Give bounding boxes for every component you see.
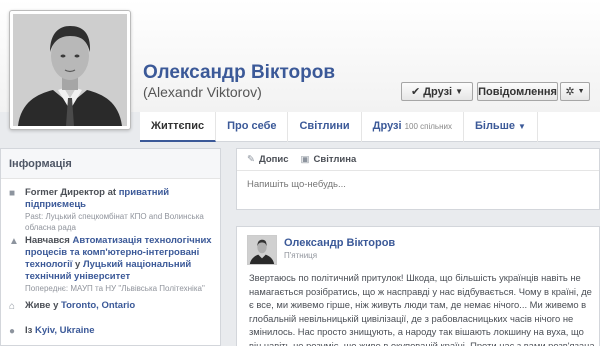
profile-picture[interactable]	[9, 10, 131, 130]
info-item-lives-in: ⌂ Живе у Toronto, Ontario	[9, 300, 219, 312]
tab-label: Про себе	[227, 120, 277, 132]
profile-tabs: Життєпис Про себе Світлини Друзі 100 спіл…	[140, 112, 600, 142]
message-button-label: Повідомлення	[478, 85, 557, 98]
composer-tabs: ✎ Допис ▣ Світлина	[237, 149, 599, 171]
chevron-down-icon: ▼	[517, 122, 526, 131]
timeline-post: Олександр Вікторов П'ятниця Звертаюсь по…	[236, 226, 600, 346]
education-history: Попереднє: МАУП та НУ "Львівська Політех…	[25, 284, 205, 293]
composer-input[interactable]: Напишіть що-небудь...	[247, 179, 589, 190]
profile-name: Олександр Вікторов	[143, 62, 336, 83]
composer-tab-status[interactable]: ✎ Допис	[247, 154, 289, 165]
post-author-avatar[interactable]	[247, 235, 277, 265]
composer-status-label: Допис	[258, 154, 289, 165]
mutual-friends-count: 100 спільних	[404, 122, 452, 131]
info-item-work: ■ Former Директор at приватний підприєме…	[9, 187, 219, 233]
pencil-icon: ✎	[247, 154, 255, 165]
post-timestamp[interactable]: П'ятниця	[284, 251, 317, 260]
tab-friends[interactable]: Друзі 100 спільних	[362, 112, 464, 142]
briefcase-icon: ■	[9, 188, 16, 199]
post-composer: ✎ Допис ▣ Світлина Напишіть що-небудь...	[236, 148, 600, 210]
hometown-prefix: Із	[25, 325, 36, 336]
home-icon: ⌂	[9, 301, 16, 312]
camera-icon: ▣	[300, 154, 310, 165]
tab-label: Друзі	[372, 120, 402, 132]
info-item-hometown: ● Із Kyiv, Ukraine	[9, 325, 219, 337]
profile-photo-portrait	[13, 14, 127, 126]
hometown-link[interactable]: Kyiv, Ukraine	[35, 325, 95, 336]
friends-button-label: Друзі	[423, 85, 453, 98]
tab-about[interactable]: Про себе	[216, 112, 289, 142]
tab-label: Більше	[474, 120, 515, 132]
composer-photo-label: Світлина	[313, 154, 357, 165]
friends-button[interactable]: ✔ Друзі ▼	[401, 82, 473, 101]
work-prefix: Former Директор at	[25, 187, 119, 198]
education-prefix: Навчався	[25, 235, 73, 246]
current-city-link[interactable]: Toronto, Ontario	[61, 300, 135, 311]
chevron-down-icon: ▼	[455, 87, 464, 96]
composer-tab-photo[interactable]: ▣ Світлина	[301, 154, 357, 165]
tab-label: Життєпис	[151, 120, 205, 132]
gear-icon: ✲	[565, 86, 575, 98]
chevron-down-icon: ▼	[577, 88, 585, 95]
avatar-portrait-thumbnail	[248, 236, 276, 264]
message-button[interactable]: Повідомлення	[477, 82, 558, 101]
lives-in-prefix: Живе у	[25, 300, 61, 311]
location-icon: ●	[9, 326, 16, 337]
tab-photos[interactable]: Світлини	[288, 112, 362, 142]
tab-timeline[interactable]: Життєпис	[140, 112, 217, 142]
profile-alternate-name: (Alexandr Viktorov)	[143, 84, 262, 100]
post-body: Звертаюсь по політичний притулок! Шкода,…	[249, 272, 595, 346]
tab-label: Світлини	[299, 120, 350, 132]
tab-more[interactable]: Більше ▼	[464, 112, 538, 142]
settings-menu-button[interactable]: ✲ ▼	[560, 82, 590, 101]
work-history: Past: Луцький спецкомбінат КПО and Волин…	[25, 212, 204, 232]
info-heading: Інформація	[1, 149, 220, 179]
education-connector: у	[72, 259, 83, 270]
post-author-name[interactable]: Олександр Вікторов	[284, 237, 395, 249]
checkmark-icon: ✔	[410, 86, 421, 98]
info-item-education: ▲ Навчався Автоматизація технологічних п…	[9, 235, 219, 294]
info-panel: Інформація ■ Former Директор at приватни…	[0, 148, 221, 346]
education-icon: ▲	[9, 236, 19, 247]
